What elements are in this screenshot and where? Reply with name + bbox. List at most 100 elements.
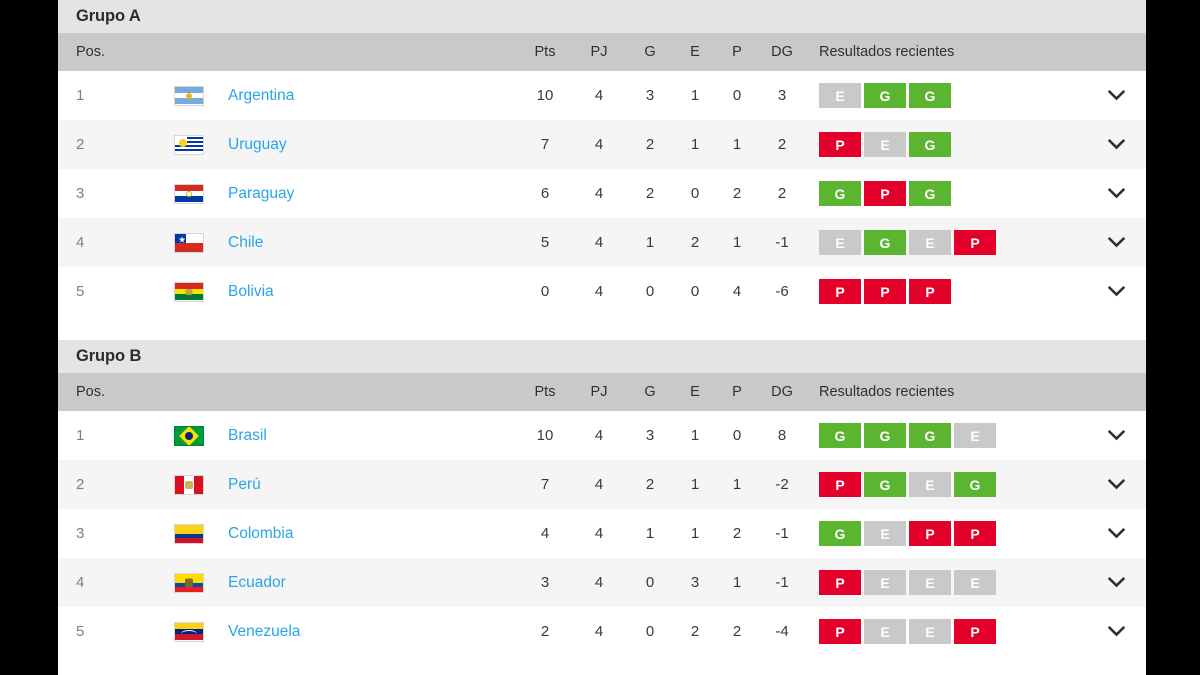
row-position: 5 <box>76 623 85 640</box>
flag-brasil-icon <box>150 425 228 446</box>
expand-row-button[interactable] <box>1086 237 1146 248</box>
team-link[interactable]: Brasil <box>228 427 267 444</box>
expand-row-button[interactable] <box>1086 479 1146 490</box>
expand-row-button[interactable] <box>1086 188 1146 199</box>
expand-row-button[interactable] <box>1086 286 1146 297</box>
flag-venezuela-icon <box>150 621 228 642</box>
cell-p: 2 <box>732 185 742 202</box>
cell-p: 2 <box>732 525 742 542</box>
result-badge-p: P <box>909 521 951 546</box>
flag-bolivia-icon <box>150 281 228 302</box>
table-row[interactable]: 1 Brasil 10 4 3 1 0 8 G G G E <box>58 411 1146 460</box>
result-badge-p: P <box>954 619 996 644</box>
result-badge-p: P <box>864 279 906 304</box>
column-header-pts: Pts <box>534 384 556 400</box>
cell-pj: 4 <box>594 476 604 493</box>
cell-p: 1 <box>732 574 742 591</box>
column-header-pos: Pos. <box>76 44 106 60</box>
cell-p: 1 <box>732 136 742 153</box>
result-badge-g: G <box>909 181 951 206</box>
team-link[interactable]: Argentina <box>228 87 294 104</box>
group-block-2: Grupo B Pos. Pts PJ G E P DG Resultados reciente… <box>58 340 1146 656</box>
expand-row-button[interactable] <box>1086 528 1146 539</box>
cell-dg: 2 <box>777 185 787 202</box>
table-row[interactable]: 4 Ecuador 3 4 0 3 1 -1 P E E E <box>58 558 1146 607</box>
result-badge-g: G <box>954 472 996 497</box>
result-badge-e: E <box>819 83 861 108</box>
result-badge-e: E <box>864 619 906 644</box>
result-badge-p: P <box>819 279 861 304</box>
cell-pj: 4 <box>594 525 604 542</box>
cell-pts: 2 <box>540 623 550 640</box>
team-link[interactable]: Chile <box>228 234 263 251</box>
team-link[interactable]: Venezuela <box>228 623 300 640</box>
cell-e: 1 <box>690 87 700 104</box>
recent-results: PEEP <box>806 619 1086 644</box>
table-row[interactable]: 5 Venezuela 2 4 0 2 2 -4 P E E P <box>58 607 1146 656</box>
cell-pts: 7 <box>540 136 550 153</box>
result-badge-g: G <box>819 521 861 546</box>
table-row[interactable]: 3 Colombia 4 4 1 1 2 -1 G E P P <box>58 509 1146 558</box>
result-badge-g: G <box>864 230 906 255</box>
result-badge-g: G <box>909 132 951 157</box>
expand-row-button[interactable] <box>1086 626 1146 637</box>
team-link[interactable]: Ecuador <box>228 574 286 591</box>
cell-g: 2 <box>645 136 655 153</box>
table-row[interactable]: 2 Perú 7 4 2 1 1 -2 P G E G <box>58 460 1146 509</box>
cell-dg: 2 <box>777 136 787 153</box>
column-header-e: E <box>690 384 700 400</box>
result-badge-p: P <box>819 619 861 644</box>
result-badge-e: E <box>954 423 996 448</box>
column-header-recent: Resultados recientes <box>819 384 955 400</box>
chevron-down-icon <box>1107 286 1125 297</box>
group-block-1: Grupo A Pos. Pts PJ G E P DG Resultados reciente… <box>58 0 1146 316</box>
table-row[interactable]: 2 Uruguay 7 4 2 1 1 2 P E G <box>58 120 1146 169</box>
result-badge-g: G <box>819 423 861 448</box>
chevron-down-icon <box>1107 479 1125 490</box>
table-row[interactable]: 5 Bolivia 0 4 0 0 4 -6 P P P <box>58 267 1146 316</box>
table-row[interactable]: 4 Chile 5 4 1 2 1 -1 E G E P <box>58 218 1146 267</box>
team-link[interactable]: Perú <box>228 476 261 493</box>
cell-pts: 7 <box>540 476 550 493</box>
flag-colombia-icon <box>150 523 228 544</box>
column-header-dg: DG <box>771 44 793 60</box>
result-badge-p: P <box>819 132 861 157</box>
expand-row-button[interactable] <box>1086 577 1146 588</box>
cell-g: 0 <box>645 574 655 591</box>
cell-g: 3 <box>645 87 655 104</box>
team-link[interactable]: Bolivia <box>228 283 274 300</box>
cell-pj: 4 <box>594 623 604 640</box>
chevron-down-icon <box>1107 626 1125 637</box>
cell-dg: -2 <box>775 476 789 493</box>
cell-pj: 4 <box>594 87 604 104</box>
cell-dg: -1 <box>775 574 789 591</box>
column-header-pj: PJ <box>590 384 608 400</box>
row-position: 4 <box>76 574 85 591</box>
column-header-pos: Pos. <box>76 384 106 400</box>
chevron-down-icon <box>1107 188 1125 199</box>
expand-row-button[interactable] <box>1086 139 1146 150</box>
team-link[interactable]: Colombia <box>228 525 293 542</box>
cell-g: 1 <box>645 234 655 251</box>
team-link[interactable]: Uruguay <box>228 136 287 153</box>
cell-e: 3 <box>690 574 700 591</box>
result-badge-e: E <box>909 570 951 595</box>
row-position: 3 <box>76 185 85 202</box>
column-header-pts: Pts <box>534 44 556 60</box>
expand-row-button[interactable] <box>1086 90 1146 101</box>
cell-p: 0 <box>732 427 742 444</box>
table-row[interactable]: 3 Paraguay 6 4 2 0 2 2 G P G <box>58 169 1146 218</box>
cell-pj: 4 <box>594 283 604 300</box>
recent-results: GEPP <box>806 521 1086 546</box>
chevron-down-icon <box>1107 139 1125 150</box>
team-link[interactable]: Paraguay <box>228 185 294 202</box>
result-badge-e: E <box>909 472 951 497</box>
cell-g: 1 <box>645 525 655 542</box>
flag-chile-icon <box>150 232 228 253</box>
expand-row-button[interactable] <box>1086 430 1146 441</box>
table-row[interactable]: 1 Argentina 10 4 3 1 0 3 E G G <box>58 71 1146 120</box>
result-badge-e: E <box>954 570 996 595</box>
row-position: 4 <box>76 234 85 251</box>
chevron-down-icon <box>1107 237 1125 248</box>
group-title: Grupo A <box>58 0 1146 33</box>
